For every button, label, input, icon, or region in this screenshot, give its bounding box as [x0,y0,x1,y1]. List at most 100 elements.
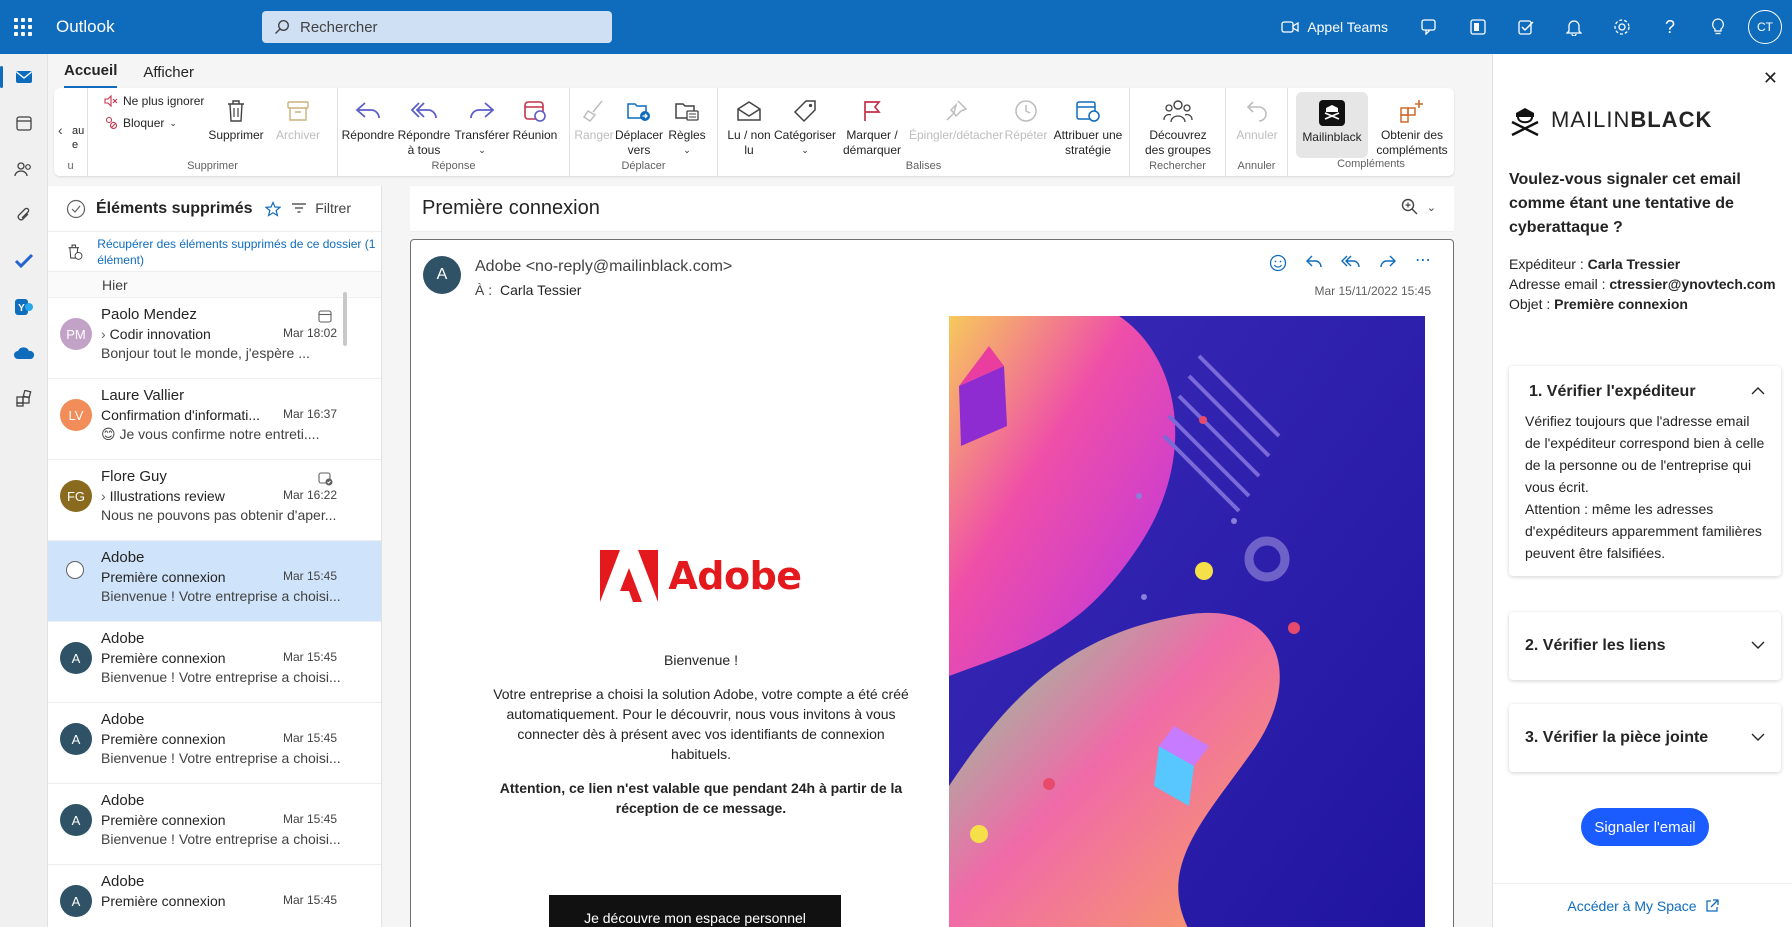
settings-gear-icon[interactable] [1598,0,1646,54]
mail-icon[interactable] [0,54,47,100]
help-icon[interactable]: ? [1646,0,1694,54]
step3-header[interactable]: 3. Vérifier la pièce jointe [1509,704,1781,772]
people-icon[interactable] [0,146,47,192]
search-icon [274,19,300,35]
message-time: Mar 15:45 [282,731,337,745]
chevron-down-icon: ⌄ [478,145,486,155]
calendar-icon [317,308,333,327]
message-preview: Bienvenue ! Votre entreprise a choisi... [101,669,341,685]
reply-all-button[interactable]: Répondre à tous [394,94,454,158]
policy-calendar-icon [1076,101,1100,122]
forward-icon[interactable] [1379,254,1397,270]
message-subject: Première connexion [101,893,226,909]
ribbon-group-partial: ‹ au e u [54,88,88,176]
delete-button[interactable]: Supprimer [208,94,264,143]
move-to-button[interactable]: Déplacer vers [614,94,664,158]
flag-button[interactable]: Marquer / démarquer [836,94,908,158]
ignore-button[interactable]: Ne plus ignorer [104,94,204,108]
message-row[interactable]: A Adobe Première connexion Mar 15:45 Bienven… [48,703,381,784]
select-all-check-icon[interactable] [66,199,86,219]
assign-policy-button[interactable]: Attribuer une stratégie [1050,94,1126,158]
recover-link[interactable]: Récupérer des éléments supprimés de ce d… [97,236,381,268]
sender-avatar: LV [60,399,92,431]
cta-button[interactable]: Je découvre mon espace personnel [549,895,841,927]
user-avatar[interactable]: CT [1748,10,1782,44]
reply-all-icon[interactable] [1341,254,1361,270]
teams-call-button[interactable]: Appel Teams [1271,0,1406,54]
block-button[interactable]: Bloquer ⌄ [104,116,177,130]
yammer-icon[interactable]: Y [0,284,47,330]
list-scrollbar[interactable] [343,292,347,346]
ribbon-partial-label-2[interactable]: e [72,138,84,152]
search-box[interactable]: Rechercher [262,11,612,43]
onedrive-icon[interactable] [0,330,47,376]
sender-line[interactable]: Adobe <no-reply@mailinblack.com> [475,258,732,276]
step2-header[interactable]: 2. Vérifier les liens [1509,612,1781,680]
calendar-icon[interactable] [0,100,47,146]
tab-afficher[interactable]: Afficher [143,64,194,88]
discover-groups-label: Découvrez des groupes [1144,128,1212,157]
read-unread-button[interactable]: Lu / non lu [724,94,774,158]
message-row[interactable]: FG Flore Guy › Illustrations review Mar 16:2… [48,460,381,541]
select-radio[interactable] [66,561,84,579]
recover-items-banner[interactable]: Récupérer des éléments supprimés de ce d… [48,232,381,272]
scroll-left-chevron-icon[interactable]: ‹ [58,122,63,138]
tab-accueil[interactable]: Accueil [64,62,118,88]
flag-label: Marquer / démarquer [842,128,902,157]
step3-accordion: 3. Vérifier la pièce jointe [1509,704,1781,772]
favorite-star-icon[interactable] [264,200,281,217]
more-options-icon[interactable]: ⋯ [1415,253,1431,272]
app-launcher-icon[interactable] [0,0,46,54]
undo-button[interactable]: Annuler [1232,94,1282,143]
sweep-button[interactable]: Ranger [574,94,614,143]
reply-button[interactable]: Répondre [342,94,394,143]
attachment-icon[interactable] [0,192,47,238]
forward-button[interactable]: Transférer ⌄ [454,94,510,158]
ribbon: ‹ au e u Ne plus ignorer Bloquer ⌄ Suppr… [54,88,1454,176]
app-title[interactable]: Outlook [56,17,256,37]
email-card: A Adobe <no-reply@mailinblack.com> À : C… [410,239,1454,927]
discover-groups-button[interactable]: Découvrez des groupes [1138,94,1218,158]
emoji-react-icon[interactable] [1269,254,1287,272]
message-row[interactable]: Adobe Première connexion Mar 15:45 Bienvenu… [48,541,381,622]
todo-icon[interactable] [1502,0,1550,54]
step1-title: 1. Vérifier l'expéditeur [1529,383,1696,400]
todo-check-icon[interactable] [0,238,47,284]
office-icon[interactable] [1454,0,1502,54]
filter-label: Filtrer [315,200,351,216]
close-icon[interactable]: ✕ [1763,68,1778,89]
message-row[interactable]: A Adobe Première connexion Mar 15:45 Bienven… [48,622,381,703]
mailinblack-button[interactable]: Mailinblack [1296,92,1368,158]
archive-button[interactable]: Archiver [270,94,326,143]
thread-chevron-icon[interactable]: › [101,488,106,504]
rules-button[interactable]: Règles ⌄ [664,94,710,158]
thread-chevron-icon[interactable]: › [101,326,106,342]
ribbon-partial-label-1[interactable]: au [72,124,84,138]
my-space-link[interactable]: Accéder à My Space [1493,883,1792,927]
zoom-button[interactable]: ⌄ [1401,198,1436,216]
snooze-button[interactable]: Répéter [1002,94,1050,143]
reply-icon[interactable] [1305,254,1323,270]
folder-move-icon [627,103,650,121]
message-time: Mar 16:37 [282,407,337,421]
message-row[interactable]: LV Laure Vallier Confirmation d'informati.… [48,379,381,460]
meeting-button[interactable]: Réunion [510,94,560,143]
message-row[interactable]: A Adobe Première connexion Mar 15:45 Bienven… [48,784,381,865]
day-group-header: Hier [48,272,381,298]
lightbulb-icon[interactable] [1694,0,1742,54]
sender-avatar[interactable]: A [423,256,461,294]
pin-button[interactable]: Épingler/détacher [909,94,1003,143]
message-row[interactable]: PM Paolo Mendez › Codir innovation Mar 18:02… [48,298,381,379]
filter-button[interactable]: Filtrer [291,200,351,216]
bell-icon[interactable] [1550,0,1598,54]
report-email-button[interactable]: Signaler l'email [1581,808,1709,846]
apps-icon[interactable] [0,376,47,422]
message-row[interactable]: A Adobe Première connexion Mar 15:45 [48,865,381,927]
email-greeting: Bienvenue ! [664,652,738,668]
recipient-name[interactable]: Carla Tessier [500,282,581,298]
archive-icon [287,101,309,121]
chevron-down-icon: ⌄ [683,145,691,155]
chat-icon[interactable] [1406,0,1454,54]
get-addins-button[interactable]: Obtenir des compléments [1374,94,1450,158]
categorize-button[interactable]: Catégoriser ⌄ [774,94,836,158]
